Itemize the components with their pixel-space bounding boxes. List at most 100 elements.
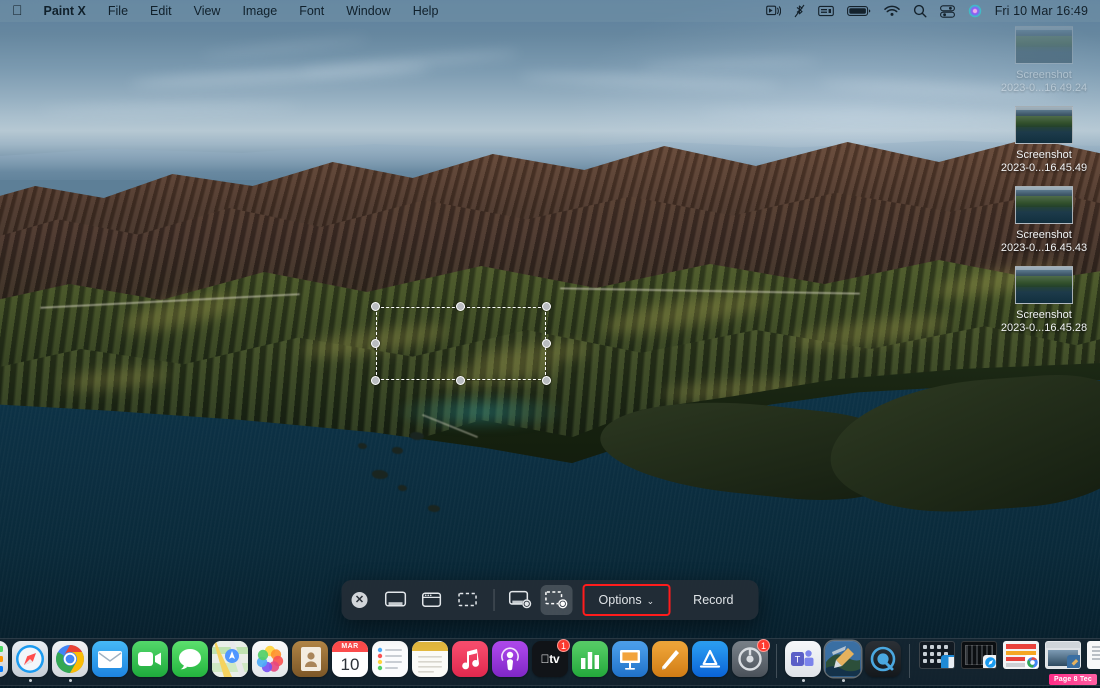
dock-item-contacts[interactable]: [291, 641, 329, 682]
bluetooth-off-icon[interactable]: [794, 4, 805, 18]
dock-item-paint-x[interactable]: [824, 641, 862, 682]
minimized-window-thumbnail: [919, 641, 955, 669]
capture-selected-portion-icon: [458, 592, 477, 607]
close-icon[interactable]: ✕: [351, 592, 368, 608]
desktop-icon-screenshot-2[interactable]: Screenshot 2023-0...16.45.49: [996, 106, 1092, 175]
control-center-icon[interactable]: [939, 4, 955, 18]
minimized-window-launchpad[interactable]: [917, 641, 957, 682]
selection-handle-bottom-center[interactable]: [456, 376, 465, 385]
menu-font[interactable]: Font: [288, 0, 335, 22]
display-icon[interactable]: [817, 5, 834, 17]
dock-item-notes[interactable]: [411, 641, 449, 682]
calendar-month: MAR: [332, 641, 368, 652]
dock-item-podcasts[interactable]: [491, 641, 529, 682]
selection-handle-bottom-left[interactable]: [371, 376, 380, 385]
selection-handle-top-left[interactable]: [371, 302, 380, 311]
dock-item-photos[interactable]: [251, 641, 289, 682]
dock-item-microsoft-teams[interactable]: T: [784, 641, 822, 682]
photos-icon: [252, 641, 288, 677]
dock-divider-2: [909, 644, 910, 678]
toolbar-divider: [493, 589, 495, 611]
dock-item-chrome[interactable]: [51, 641, 89, 682]
desktop-icon-screenshot-4[interactable]: Screenshot 2023-0...16.45.28: [996, 266, 1092, 335]
desktop-icon-subtitle: 2023-0...16.45.49: [1000, 162, 1088, 174]
desktop-icon-title: Screenshot: [1016, 309, 1072, 321]
selection-handle-top-right[interactable]: [542, 302, 551, 311]
dock-item-app-store[interactable]: [691, 641, 729, 682]
dock-item-numbers[interactable]: [571, 641, 609, 682]
desktop-icon-subtitle: 2023-0...16.45.28: [1000, 322, 1088, 334]
microsoft-teams-icon: T: [785, 641, 821, 677]
system-preferences-badge: 1: [756, 639, 770, 652]
watermark-badge: Page 8 Tec: [1048, 674, 1097, 685]
menu-file[interactable]: File: [97, 0, 139, 22]
dock-item-keynote[interactable]: [611, 641, 649, 682]
macos-menu-bar:  Paint X File Edit View Image Font Wind…: [0, 0, 1100, 22]
screen-mirroring-icon[interactable]: [765, 5, 781, 17]
menu-bar-clock[interactable]: Fri 10 Mar 16:49: [995, 4, 1088, 18]
screenshot-thumbnail: [1015, 266, 1073, 304]
selection-handle-bottom-right[interactable]: [542, 376, 551, 385]
reminders-icon: [372, 641, 408, 677]
music-icon: [452, 641, 488, 677]
dock-item-pages[interactable]: [651, 641, 689, 682]
finder-badge-icon: [941, 655, 954, 668]
selection-handle-middle-left[interactable]: [371, 338, 380, 348]
chevron-down-icon: ⌄: [646, 595, 655, 606]
safari-icon: [12, 641, 48, 677]
safari-badge-icon: [983, 655, 996, 668]
dock-item-facetime[interactable]: [131, 641, 169, 682]
screen-recording-selection-region[interactable]: [371, 302, 551, 385]
options-button[interactable]: Options ⌄: [586, 587, 668, 613]
menu-paint-x[interactable]: Paint X: [33, 0, 97, 22]
desktop-icon-screenshot-1[interactable]: Screenshot 2023-0...16.49.24: [996, 26, 1092, 95]
menu-image[interactable]: Image: [231, 0, 288, 22]
dock-item-music[interactable]: [451, 641, 489, 682]
capture-selected-portion-button[interactable]: [452, 585, 484, 615]
dock-item-calendar[interactable]: MAR 10: [331, 641, 369, 682]
dock-item-reminders[interactable]: [371, 641, 409, 682]
screenshot-thumbnail: [1015, 186, 1073, 224]
wifi-icon[interactable]: [883, 5, 900, 17]
record-selected-portion-button[interactable]: [540, 585, 573, 615]
quicktime-player-icon: [865, 641, 901, 677]
spotlight-search-icon[interactable]: [913, 4, 927, 18]
app-store-icon: [692, 641, 728, 677]
siri-icon[interactable]: [968, 4, 982, 18]
apple-menu-icon[interactable]: : [10, 3, 33, 19]
selection-handle-middle-right[interactable]: [542, 338, 551, 348]
desktop-icon-title: Screenshot: [1016, 149, 1072, 161]
dock-divider-1: [776, 644, 777, 678]
mail-icon: [92, 641, 128, 677]
battery-icon[interactable]: [846, 5, 871, 17]
dock-item-safari[interactable]: [11, 641, 49, 682]
dock-item-apple-tv[interactable]: tv 1: [531, 639, 570, 682]
chrome-badge-icon: [1025, 655, 1038, 668]
dock-item-mail[interactable]: [91, 641, 129, 682]
record-entire-screen-icon: [508, 590, 532, 609]
capture-entire-screen-icon: [384, 591, 407, 607]
svg-text:T: T: [795, 655, 801, 665]
keynote-icon: [612, 641, 648, 677]
dock-item-maps[interactable]: [211, 641, 249, 682]
minimized-window-terminal[interactable]: [959, 641, 999, 682]
capture-selected-window-button[interactable]: [416, 585, 448, 615]
dock-item-system-preferences[interactable]: 1: [731, 639, 770, 682]
menu-window[interactable]: Window: [335, 0, 401, 22]
menu-view[interactable]: View: [183, 0, 232, 22]
dock-item-launchpad[interactable]: [0, 641, 9, 682]
record-button[interactable]: Record: [680, 587, 746, 613]
capture-entire-screen-button[interactable]: [380, 585, 412, 615]
launchpad-icon: [0, 641, 8, 677]
calendar-icon: MAR 10: [332, 641, 368, 677]
menu-edit[interactable]: Edit: [139, 0, 183, 22]
screenshot-thumbnail: [1015, 106, 1073, 144]
record-entire-screen-button[interactable]: [505, 585, 537, 615]
desktop-icon-screenshot-3[interactable]: Screenshot 2023-0...16.45.43: [996, 186, 1092, 255]
minimized-window-webpage[interactable]: [1001, 641, 1041, 682]
minimized-window-thumbnail: [961, 641, 997, 669]
menu-help[interactable]: Help: [402, 0, 450, 22]
dock-item-messages[interactable]: [171, 641, 209, 682]
selection-handle-top-center[interactable]: [456, 302, 465, 311]
dock-item-quicktime-player[interactable]: [864, 641, 902, 682]
